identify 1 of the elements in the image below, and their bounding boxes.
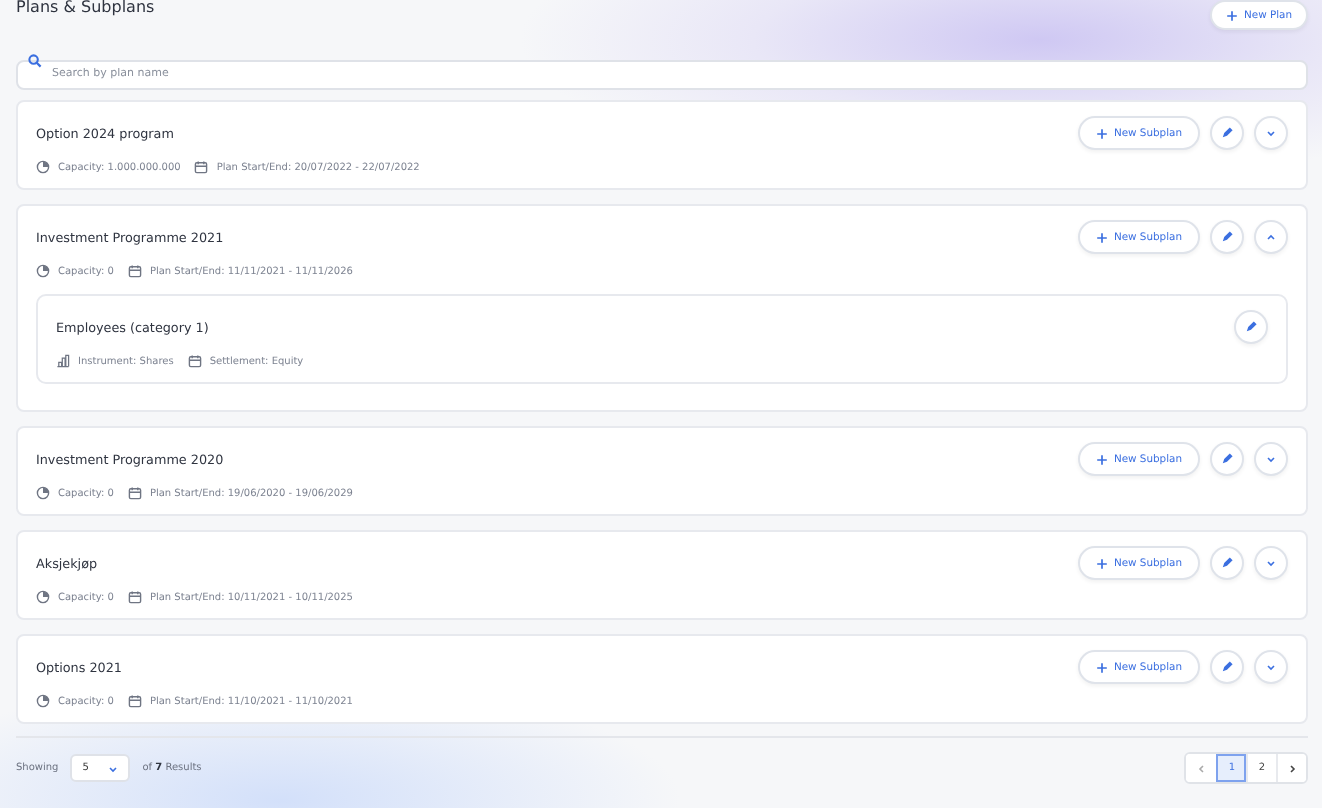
page-title: Plans & Subplans <box>16 0 155 20</box>
